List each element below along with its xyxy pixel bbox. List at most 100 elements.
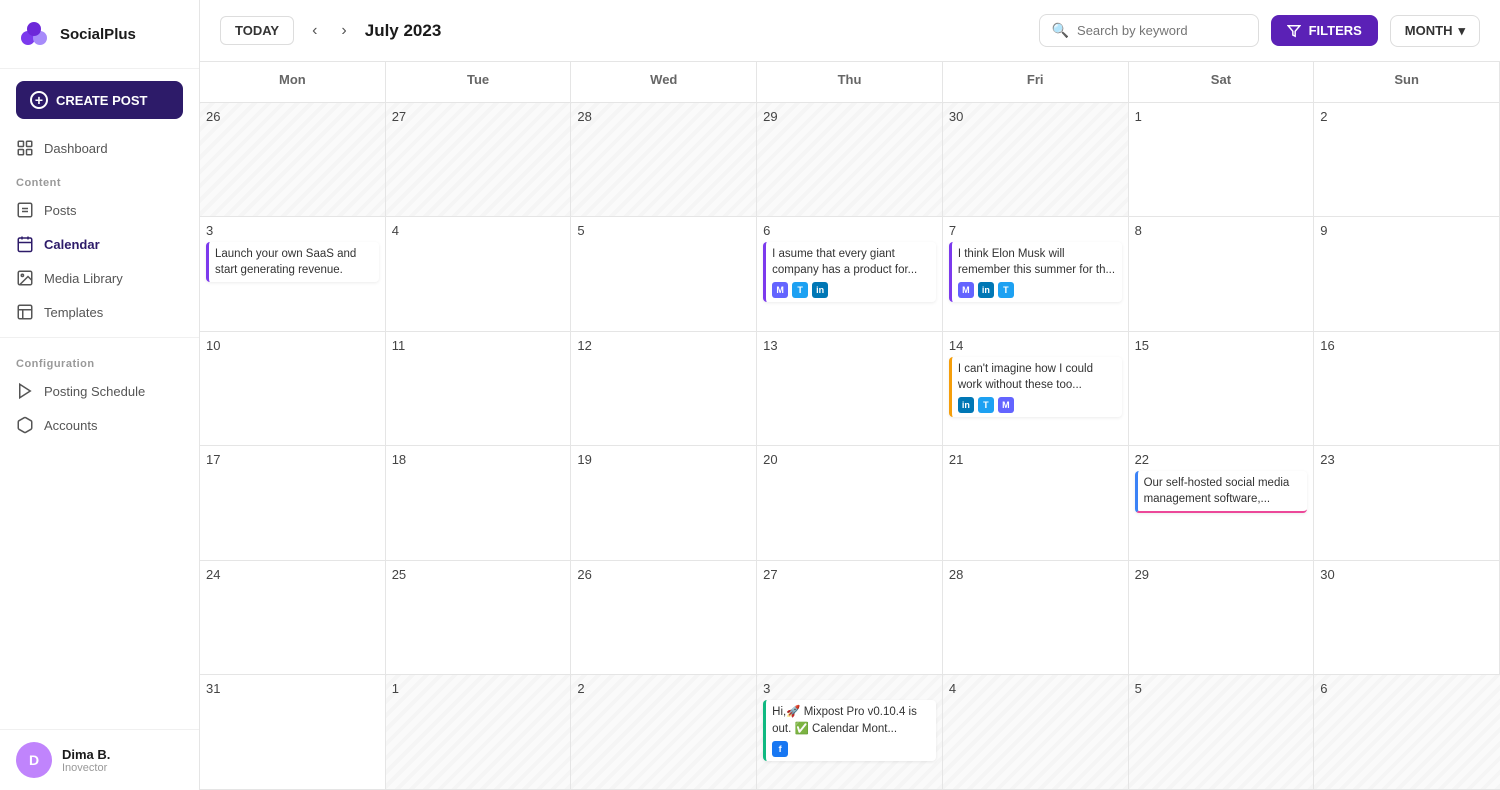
filters-label: FILTERS bbox=[1309, 23, 1362, 38]
day-header-mon: Mon bbox=[200, 62, 386, 103]
cal-date-number: 15 bbox=[1135, 338, 1308, 353]
cal-date-number: 29 bbox=[763, 109, 936, 124]
calendar-cell[interactable]: 6I asume that every giant company has a … bbox=[757, 217, 943, 332]
linkedin-icon: in bbox=[978, 282, 994, 298]
search-input[interactable] bbox=[1077, 23, 1246, 38]
calendar-cell[interactable]: 24 bbox=[200, 561, 386, 676]
twitter-icon: T bbox=[998, 282, 1014, 298]
day-header-sun: Sun bbox=[1314, 62, 1500, 103]
calendar-cell[interactable]: 26 bbox=[200, 103, 386, 218]
calendar-cell[interactable]: 12 bbox=[571, 332, 757, 447]
event-icons: MTin bbox=[772, 282, 930, 298]
calendar-cell[interactable]: 1 bbox=[386, 675, 572, 790]
event-card[interactable]: Hi,🚀 Mixpost Pro v0.10.4 is out. ✅ Calen… bbox=[763, 700, 936, 760]
calendar-cell[interactable]: 26 bbox=[571, 561, 757, 676]
calendar-cell[interactable]: 22 Our self-hosted social media managemen… bbox=[1129, 446, 1315, 561]
sidebar-item-templates[interactable]: Templates bbox=[0, 295, 199, 329]
calendar-cell[interactable]: 13 bbox=[757, 332, 943, 447]
twitter-icon: T bbox=[792, 282, 808, 298]
cal-date-number: 23 bbox=[1320, 452, 1493, 467]
cal-date-number: 5 bbox=[1135, 681, 1308, 696]
event-card[interactable]: I think Elon Musk will remember this sum… bbox=[949, 242, 1122, 302]
cal-date-number: 11 bbox=[392, 338, 565, 353]
main-content: TODAY ‹ › July 2023 🔍 FILTERS MONTH ▾ Mo… bbox=[200, 0, 1500, 790]
calendar-cell[interactable]: 20 bbox=[757, 446, 943, 561]
linkedin-icon: in bbox=[812, 282, 828, 298]
today-button[interactable]: TODAY bbox=[220, 16, 294, 45]
calendar-cell[interactable]: 27 bbox=[386, 103, 572, 218]
calendar-cell[interactable]: 29 bbox=[1129, 561, 1315, 676]
event-icons: f bbox=[772, 741, 930, 757]
calendar-cell[interactable]: 29 bbox=[757, 103, 943, 218]
calendar-cell[interactable]: 31 bbox=[200, 675, 386, 790]
calendar-cell[interactable]: 30 bbox=[1314, 561, 1500, 676]
logo-area: SocialPlus bbox=[0, 0, 199, 69]
calendar-cell[interactable]: 2 bbox=[571, 675, 757, 790]
prev-month-button[interactable]: ‹ bbox=[306, 18, 323, 44]
search-icon: 🔍 bbox=[1052, 22, 1069, 39]
calendar-cell[interactable]: 19 bbox=[571, 446, 757, 561]
calendar-cell[interactable]: 11 bbox=[386, 332, 572, 447]
calendar-cell[interactable]: 10 bbox=[200, 332, 386, 447]
calendar-cell[interactable]: 5 bbox=[571, 217, 757, 332]
event-text: I think Elon Musk will remember this sum… bbox=[958, 246, 1116, 278]
mastodon-icon: M bbox=[958, 282, 974, 298]
chevron-down-icon: ▾ bbox=[1458, 23, 1465, 39]
calendar-cell[interactable]: 28 bbox=[943, 561, 1129, 676]
calendar-cell[interactable]: 3Launch your own SaaS and start generati… bbox=[200, 217, 386, 332]
calendar-cell[interactable]: 1 bbox=[1129, 103, 1315, 218]
sidebar-item-media-library[interactable]: Media Library bbox=[0, 261, 199, 295]
calendar-cell[interactable]: 21 bbox=[943, 446, 1129, 561]
cal-date-number: 5 bbox=[577, 223, 750, 238]
calendar-cell[interactable]: 14I can't imagine how I could work witho… bbox=[943, 332, 1129, 447]
calendar-cell[interactable]: 2 bbox=[1314, 103, 1500, 218]
sidebar-item-posts[interactable]: Posts bbox=[0, 193, 199, 227]
cal-date-number: 30 bbox=[949, 109, 1122, 124]
day-header-sat: Sat bbox=[1129, 62, 1315, 103]
calendar-cell[interactable]: 8 bbox=[1129, 217, 1315, 332]
calendar-cell[interactable]: 4 bbox=[943, 675, 1129, 790]
calendar-cell[interactable]: 16 bbox=[1314, 332, 1500, 447]
event-card[interactable]: I can't imagine how I could work without… bbox=[949, 357, 1122, 417]
cal-date-number: 22 bbox=[1135, 452, 1308, 467]
sidebar-item-accounts[interactable]: Accounts bbox=[0, 408, 199, 442]
cal-date-number: 12 bbox=[577, 338, 750, 353]
calendar-cell[interactable]: 27 bbox=[757, 561, 943, 676]
event-card[interactable]: Our self-hosted social media management … bbox=[1135, 471, 1308, 513]
create-post-button[interactable]: + CREATE POST bbox=[16, 81, 183, 119]
cal-date-number: 3 bbox=[763, 681, 936, 696]
calendar-cell[interactable]: 7 I think Elon Musk will remember this su… bbox=[943, 217, 1129, 332]
cal-date-number: 31 bbox=[206, 681, 379, 696]
sidebar-item-dashboard[interactable]: Dashboard bbox=[0, 131, 199, 165]
calendar-cell[interactable]: 3 Hi,🚀 Mixpost Pro v0.10.4 is out. ✅ Cale… bbox=[757, 675, 943, 790]
calendar-cell[interactable]: 18 bbox=[386, 446, 572, 561]
cal-date-number: 4 bbox=[392, 223, 565, 238]
filters-button[interactable]: FILTERS bbox=[1271, 15, 1378, 46]
calendar-cell[interactable]: 17 bbox=[200, 446, 386, 561]
calendar-cell[interactable]: 25 bbox=[386, 561, 572, 676]
sidebar-item-posting-schedule[interactable]: Posting Schedule bbox=[0, 374, 199, 408]
next-month-button[interactable]: › bbox=[335, 18, 352, 44]
calendar-cell[interactable]: 30 bbox=[943, 103, 1129, 218]
event-card[interactable]: I asume that every giant company has a p… bbox=[763, 242, 936, 302]
accounts-icon bbox=[16, 416, 34, 434]
schedule-icon bbox=[16, 382, 34, 400]
event-text: Launch your own SaaS and start generatin… bbox=[215, 246, 373, 278]
calendar-cell[interactable]: 15 bbox=[1129, 332, 1315, 447]
day-header-wed: Wed bbox=[571, 62, 757, 103]
cal-date-number: 7 bbox=[949, 223, 1122, 238]
media-icon bbox=[16, 269, 34, 287]
calendar-cell[interactable]: 9 bbox=[1314, 217, 1500, 332]
calendar-cell[interactable]: 6 bbox=[1314, 675, 1500, 790]
calendar-cell[interactable]: 28 bbox=[571, 103, 757, 218]
sidebar-item-label: Calendar bbox=[44, 237, 100, 252]
calendar-cell[interactable]: 23 bbox=[1314, 446, 1500, 561]
sidebar: SocialPlus + CREATE POST Dashboard Conte… bbox=[0, 0, 200, 790]
calendar-cell[interactable]: 4 bbox=[386, 217, 572, 332]
event-card[interactable]: Launch your own SaaS and start generatin… bbox=[206, 242, 379, 282]
month-view-button[interactable]: MONTH ▾ bbox=[1390, 15, 1480, 47]
cal-date-number: 28 bbox=[949, 567, 1122, 582]
calendar-cell[interactable]: 5 bbox=[1129, 675, 1315, 790]
event-text: Our self-hosted social media management … bbox=[1144, 475, 1302, 507]
sidebar-item-calendar[interactable]: Calendar bbox=[0, 227, 199, 261]
